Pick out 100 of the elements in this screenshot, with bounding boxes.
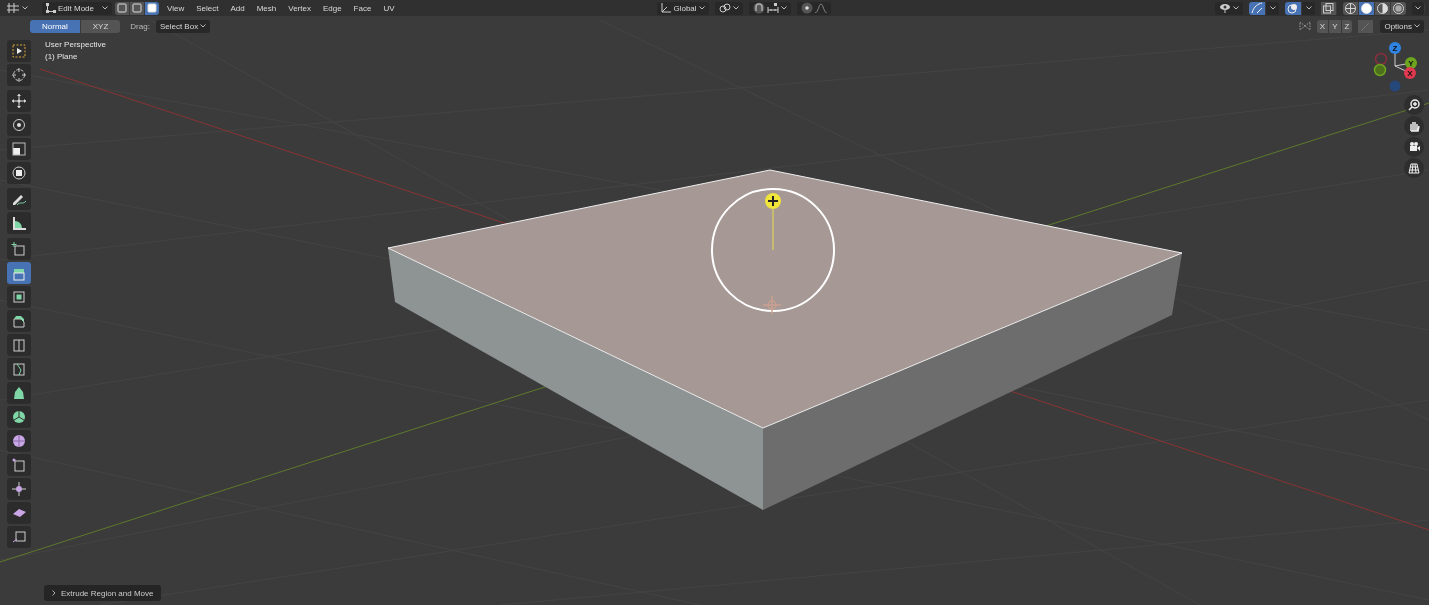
- wireframe-sphere-icon: [1345, 2, 1356, 14]
- zoom-button[interactable]: [1404, 95, 1424, 115]
- spin-icon: [11, 409, 27, 425]
- menu-item[interactable]: UV: [379, 1, 399, 15]
- shading-mode-button[interactable]: [1375, 1, 1391, 15]
- overlapping-squares-icon: [1323, 2, 1334, 14]
- tool-button[interactable]: [7, 212, 31, 234]
- menu-item[interactable]: Vertex: [284, 1, 315, 15]
- solid-sphere-icon: [1361, 2, 1372, 14]
- tool-button[interactable]: [7, 162, 31, 184]
- tool-button[interactable]: [7, 430, 31, 452]
- snap-increment-icon: [766, 3, 779, 13]
- tool-button[interactable]: [7, 478, 31, 500]
- tool-button[interactable]: [7, 90, 31, 112]
- tool-button[interactable]: [7, 502, 31, 524]
- mirror-axis-toggle[interactable]: Y: [1329, 19, 1342, 33]
- orientation-dropdown[interactable]: Global: [657, 1, 709, 15]
- crosshair-icon: [11, 67, 27, 83]
- tool-button[interactable]: [7, 138, 31, 160]
- options-dropdown[interactable]: Options: [1380, 19, 1424, 33]
- caret-icon: [1233, 6, 1239, 10]
- vertex-slide-icon: [11, 481, 27, 497]
- negative-axis-handle[interactable]: [1374, 52, 1388, 66]
- drag-label: Drag:: [130, 21, 150, 31]
- tool-button[interactable]: [7, 188, 31, 210]
- negative-axis-handle[interactable]: [1373, 63, 1387, 77]
- menu-item[interactable]: Face: [349, 1, 376, 15]
- sphere-icon: [11, 433, 27, 449]
- menu-item[interactable]: Edge: [318, 1, 346, 15]
- tool-button[interactable]: [7, 286, 31, 308]
- caret-icon: [1414, 24, 1420, 28]
- move-arrows-icon: [11, 93, 27, 109]
- cube-shrink-icon: [11, 529, 27, 545]
- select-mode-button[interactable]: [145, 1, 159, 15]
- caret-icon: [200, 24, 207, 28]
- shading-dropdown[interactable]: [1412, 1, 1425, 15]
- orientation-toggle[interactable]: Normal: [30, 19, 81, 33]
- proportional-edit-toggle[interactable]: [796, 1, 831, 15]
- gizmo-dropdown[interactable]: [1266, 1, 1279, 15]
- magnet-icon: [752, 2, 765, 14]
- cube-rip-icon: [11, 457, 27, 473]
- pan-button[interactable]: [1404, 116, 1424, 136]
- last-operator-panel[interactable]: Extrude Region and Move: [44, 585, 161, 601]
- grid-icon: [1408, 162, 1420, 174]
- snap-toggle[interactable]: [748, 1, 791, 15]
- shading-mode-button[interactable]: [1391, 1, 1406, 15]
- scale-icon: [11, 141, 27, 157]
- menu-item[interactable]: View: [163, 1, 189, 15]
- polygon-icon: [11, 385, 27, 401]
- overlapping-circles-icon: [1287, 2, 1299, 14]
- caret-icon: [1269, 6, 1276, 10]
- tool-button[interactable]: [7, 358, 31, 380]
- menu-item[interactable]: Add: [226, 1, 249, 15]
- overlay-dropdown[interactable]: [1302, 1, 1315, 15]
- shading-mode-button[interactable]: [1359, 1, 1375, 15]
- caret-icon: [1305, 6, 1312, 10]
- negative-axis-handle[interactable]: [1389, 80, 1401, 92]
- menu-item[interactable]: Select: [192, 1, 223, 15]
- tool-button[interactable]: [7, 310, 31, 332]
- view-name: User Perspective: [45, 40, 106, 49]
- extrude-gizmo-icon[interactable]: [711, 188, 835, 312]
- xray-toggle[interactable]: [1321, 1, 1337, 15]
- caret-icon: [698, 6, 705, 10]
- visibility-dropdown[interactable]: [1215, 1, 1243, 15]
- movie-camera-icon: [1408, 141, 1420, 153]
- axis-handle[interactable]: X: [1404, 67, 1416, 79]
- menu-item[interactable]: Mesh: [252, 1, 281, 15]
- caret-icon: [780, 6, 787, 10]
- vertices-icon: [46, 3, 56, 13]
- pivot-dropdown[interactable]: [714, 1, 743, 15]
- link-icon: [718, 3, 731, 13]
- eye-icon: [1219, 3, 1231, 13]
- grid-axes-icon: [6, 2, 20, 14]
- orientation-toggle[interactable]: XYZ: [80, 19, 121, 33]
- camera-button[interactable]: [1404, 137, 1424, 157]
- transform-icon: [11, 165, 27, 181]
- falloff-curve-icon: [814, 3, 827, 13]
- tool-button[interactable]: [7, 114, 31, 136]
- object-name: (1) Plane: [45, 52, 79, 61]
- magnifier-plus-icon: [1408, 99, 1420, 111]
- target-icon: [800, 2, 813, 14]
- drag-dropdown[interactable]: Select Box: [155, 19, 211, 33]
- half-shaded-sphere-icon: [1377, 2, 1388, 14]
- shading-mode-button[interactable]: [1343, 1, 1359, 15]
- rotate-icon: [11, 117, 27, 133]
- cursor-select-icon: [11, 43, 27, 59]
- caret-icon: [102, 6, 108, 10]
- mirror-axis-toggle[interactable]: X: [1316, 19, 1330, 33]
- mode-dropdown[interactable]: Edit Mode: [42, 1, 112, 15]
- tool-button[interactable]: [7, 406, 31, 428]
- tool-button[interactable]: [7, 40, 31, 62]
- ruler-icon: [11, 215, 27, 231]
- perspective-toggle[interactable]: [1404, 158, 1424, 178]
- butterfly-icon: [1298, 21, 1311, 31]
- axis-handle[interactable]: Z: [1389, 42, 1401, 54]
- tool-button[interactable]: [7, 382, 31, 404]
- gizmo-toggle[interactable]: [1249, 1, 1266, 15]
- overlay-toggle[interactable]: [1285, 1, 1302, 15]
- cube-plus-icon: [11, 241, 27, 257]
- mirror-axis-toggle[interactable]: Z: [1341, 19, 1353, 33]
